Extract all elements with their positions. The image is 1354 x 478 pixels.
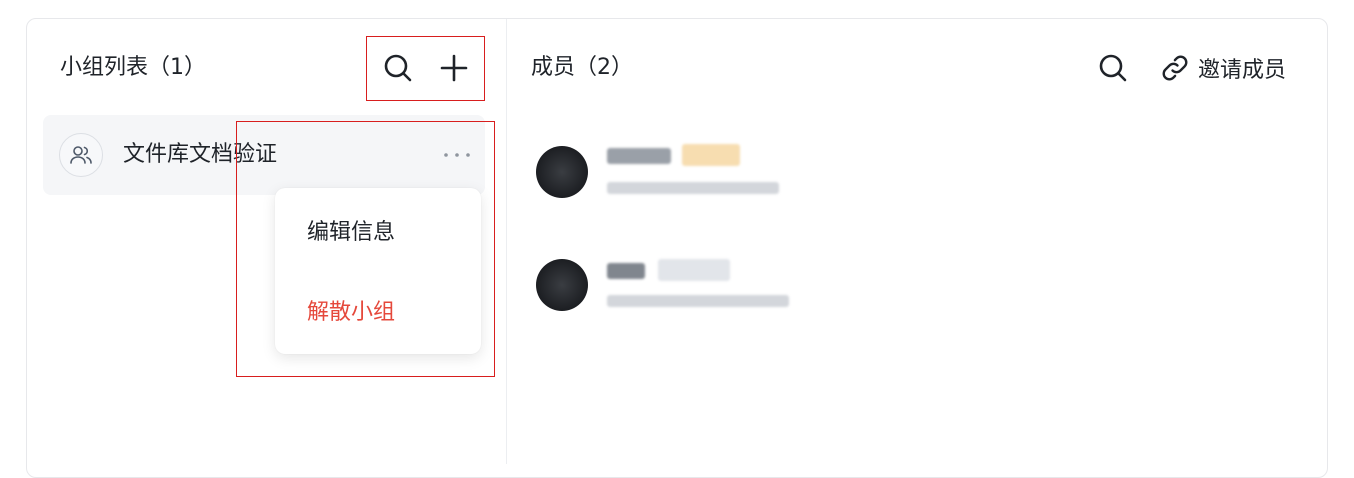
menu-item-edit-info[interactable]: 编辑信息: [307, 218, 395, 248]
search-icon: [384, 54, 412, 82]
add-group-button[interactable]: [436, 50, 472, 86]
link-icon: [1162, 55, 1188, 81]
member-detail-obscured: [607, 295, 789, 307]
member-row[interactable]: [536, 144, 836, 206]
invite-members-button[interactable]: 邀请成员: [1160, 52, 1286, 84]
member-row[interactable]: [536, 259, 836, 319]
panel-divider: [506, 19, 507, 464]
group-item[interactable]: 文件库文档验证: [43, 115, 485, 195]
group-avatar: [59, 133, 103, 177]
member-name-obscured: [607, 148, 671, 164]
search-icon: [1099, 54, 1127, 82]
member-detail-obscured: [607, 182, 779, 194]
invite-members-label: 邀请成员: [1198, 58, 1287, 83]
member-avatar: [536, 146, 588, 198]
group-list-title: 小组列表（1）: [60, 55, 206, 80]
search-groups-button[interactable]: [380, 50, 416, 86]
member-name-obscured: [607, 263, 645, 279]
group-context-menu: 编辑信息 解散小组: [275, 188, 481, 354]
member-role-badge-obscured: [682, 144, 740, 166]
menu-item-dissolve-group[interactable]: 解散小组: [307, 298, 395, 328]
users-icon: [70, 146, 92, 164]
member-role-badge-obscured: [658, 259, 730, 281]
groups-card: [26, 18, 1328, 478]
group-more-button[interactable]: [441, 141, 473, 169]
member-list-title: 成员（2）: [531, 55, 633, 80]
search-members-button[interactable]: [1095, 50, 1131, 86]
group-name: 文件库文档验证: [123, 142, 278, 167]
member-avatar: [536, 259, 588, 311]
more-icon: [444, 153, 470, 157]
plus-icon: [440, 54, 468, 82]
